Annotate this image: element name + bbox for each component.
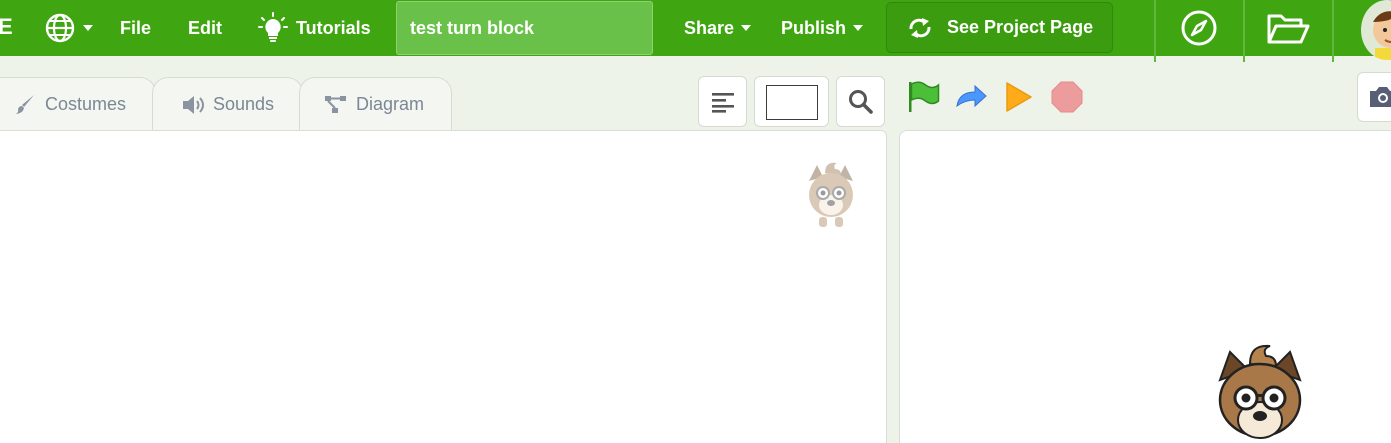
chevron-down-icon: [853, 25, 864, 31]
speaker-icon: [183, 95, 204, 114]
stop-button[interactable]: [1050, 80, 1084, 119]
project-title-input[interactable]: test turn block: [396, 1, 653, 55]
tab-sounds[interactable]: Sounds: [152, 77, 303, 131]
file-menu[interactable]: File: [120, 0, 151, 56]
share-menu[interactable]: Share: [684, 0, 752, 56]
user-avatar-icon: [1373, 11, 1391, 60]
menu-bar: E File Edit Tutorials test turn block Sh…: [0, 0, 1391, 62]
language-menu[interactable]: [44, 0, 93, 56]
avatar[interactable]: [1361, 0, 1391, 60]
chevron-down-icon: [741, 25, 752, 31]
tab-costumes[interactable]: Costumes: [0, 77, 156, 131]
explore-button[interactable]: [1180, 0, 1218, 56]
compass-icon: [1181, 10, 1217, 46]
zoom-input-field[interactable]: [766, 85, 818, 120]
see-project-label: See Project Page: [947, 17, 1094, 37]
search-button[interactable]: [836, 76, 885, 127]
align-left-icon: [711, 92, 734, 113]
see-project-page-button[interactable]: See Project Page: [886, 2, 1113, 53]
edit-menu[interactable]: Edit: [188, 0, 222, 56]
dog-sprite-icon: [809, 162, 853, 227]
camera-icon: [1370, 87, 1391, 107]
step-arrow-icon: [956, 84, 987, 108]
sprite-watermark: [803, 159, 859, 236]
tutorials-label: Tutorials: [296, 17, 371, 38]
search-icon: [848, 89, 873, 114]
run-button[interactable]: [1002, 80, 1034, 119]
menu-divider: [1243, 0, 1245, 62]
tutorials-button[interactable]: Tutorials: [258, 0, 371, 56]
zoom-input[interactable]: [754, 76, 829, 127]
chevron-down-icon: [83, 25, 93, 31]
menu-divider: [1332, 0, 1334, 62]
align-blocks-button[interactable]: [698, 76, 747, 127]
my-stuff-button[interactable]: [1266, 0, 1310, 56]
tab-sounds-label: Sounds: [213, 94, 275, 114]
refresh-icon: [909, 17, 931, 38]
globe-icon: [45, 13, 75, 43]
lightbulb-icon: [258, 12, 288, 42]
logo[interactable]: E: [0, 14, 13, 40]
dog-sprite-icon: [1218, 344, 1302, 439]
green-flag-button[interactable]: [906, 80, 940, 119]
folder-icon: [1267, 14, 1310, 44]
stage-sprite[interactable]: [1214, 342, 1306, 443]
publish-menu[interactable]: Publish: [781, 0, 864, 56]
play-triangle-icon: [1006, 82, 1032, 112]
menu-divider: [1154, 0, 1156, 62]
tab-diagram-label: Diagram: [356, 94, 425, 114]
stage-canvas[interactable]: [899, 130, 1391, 443]
stop-octagon-icon: [1051, 81, 1083, 113]
code-workspace[interactable]: [0, 130, 887, 443]
brush-icon: [16, 94, 34, 114]
camera-button[interactable]: [1357, 72, 1391, 122]
green-flag-icon: [909, 81, 940, 112]
tab-costumes-label: Costumes: [45, 94, 127, 114]
share-label: Share: [684, 17, 735, 38]
tab-diagram[interactable]: Diagram: [299, 77, 452, 131]
step-button[interactable]: [954, 80, 988, 119]
publish-label: Publish: [781, 17, 847, 38]
diagram-icon: [325, 95, 346, 113]
